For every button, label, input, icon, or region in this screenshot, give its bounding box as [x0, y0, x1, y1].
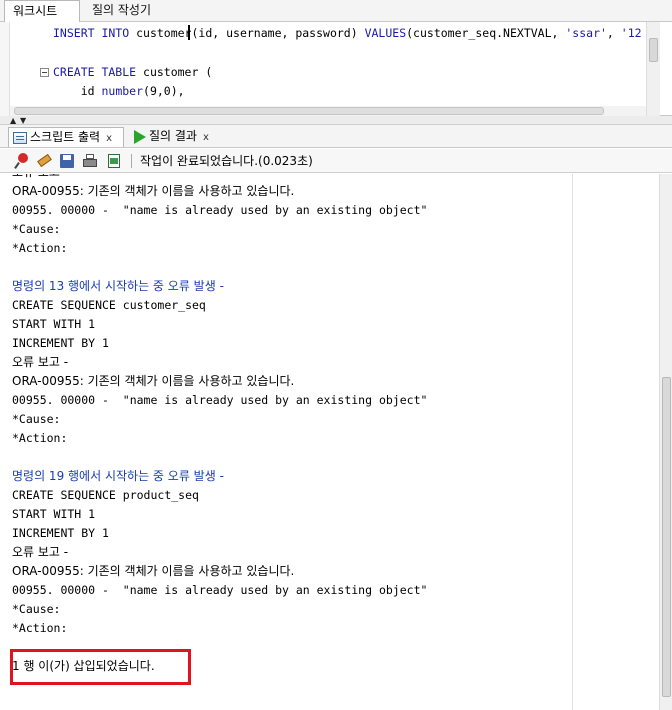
toolbar-divider [131, 154, 132, 168]
script-output-icon [13, 131, 27, 144]
output-line: 00955. 00000 - "name is already used by … [12, 203, 428, 217]
output-line: CREATE SEQUENCE product_seq [12, 488, 199, 502]
save-icon[interactable] [59, 153, 75, 169]
tab-query-result[interactable]: 질의 결과 x [130, 127, 230, 147]
print-icon[interactable] [82, 153, 98, 169]
kw-values: VALUES [364, 26, 407, 40]
output-line: 명령의 19 행에서 시작하는 중 오류 발생 - [12, 469, 224, 483]
string-literal: 'ssar' [565, 26, 607, 40]
string-literal: '12 [620, 26, 642, 40]
output-line: 오류 보고 - [12, 355, 69, 369]
tab-label: 스크립트 출력 [30, 130, 101, 144]
output-vertical-scrollbar[interactable] [659, 174, 672, 710]
tab-worksheet[interactable]: 워크시트 [4, 0, 80, 22]
editor-line-3: id number(9,0), [53, 82, 185, 101]
top-tab-bar: 워크시트 질의 작성기 [0, 0, 672, 22]
tab-query-builder[interactable]: 질의 작성기 [84, 0, 159, 22]
output-line: *Action: [12, 621, 68, 635]
eraser-icon[interactable] [36, 153, 52, 169]
output-line: ORA-00955: 기존의 객체가 이름을 사용하고 있습니다. [12, 564, 295, 578]
close-tab-icon[interactable]: x [106, 133, 112, 144]
fold-toggle-icon[interactable] [40, 68, 49, 77]
status-text: 작업이 완료되었습니다.(0.023초) [140, 154, 313, 168]
output-line: 00955. 00000 - "name is already used by … [12, 583, 428, 597]
export-icon[interactable] [106, 153, 122, 169]
kw-number: number [101, 84, 144, 98]
highlight-box [10, 649, 191, 685]
code-text: customer(id, username, password) [129, 26, 365, 40]
output-line: *Cause: [12, 602, 61, 616]
kw-insert: INSERT INTO [53, 26, 130, 40]
text-caret [188, 25, 190, 40]
tab-script-output[interactable]: 스크립트 출력 x [8, 127, 124, 147]
output-line: 오류 보고 - [12, 545, 69, 559]
output-line: *Action: [12, 431, 68, 445]
output-line: *Cause: [12, 412, 61, 426]
output-line: 명령의 13 행에서 시작하는 중 오류 발생 - [12, 279, 224, 293]
editor-horizontal-scrollbar[interactable] [10, 106, 646, 116]
output-line: INCREMENT BY 1 [12, 526, 109, 540]
expand-up-icon[interactable]: ▲ [10, 117, 16, 125]
scrollbar-thumb[interactable] [649, 38, 658, 62]
output-line: 00955. 00000 - "name is already used by … [12, 393, 428, 407]
tab-label: 질의 결과 [149, 129, 197, 143]
output-line: START WITH 1 [12, 317, 96, 331]
margin-line [572, 174, 573, 710]
play-icon [134, 129, 146, 144]
output-line: ORA-00955: 기존의 객체가 이름을 사용하고 있습니다. [12, 184, 295, 198]
output-line: 오류 보고 - [12, 174, 68, 182]
scrollbar-thumb[interactable] [662, 377, 671, 697]
script-output-pane[interactable]: 오류 보고 - ORA-00955: 기존의 객체가 이름을 사용하고 있습니다.… [0, 174, 672, 710]
editor-vertical-scrollbar[interactable] [646, 22, 660, 116]
pane-splitter[interactable]: ▲ ▼ [0, 116, 672, 125]
code-text: , [606, 26, 621, 40]
output-line: CREATE SEQUENCE customer_seq [12, 298, 206, 312]
output-line: ORA-00955: 기존의 객체가 이름을 사용하고 있습니다. [12, 374, 295, 388]
close-tab-icon[interactable]: x [203, 132, 209, 143]
output-tab-bar: 스크립트 출력 x 질의 결과 x [0, 125, 672, 148]
kw-create-table: CREATE TABLE [53, 65, 137, 79]
code-text: (9,0), [143, 84, 185, 98]
code-text: id [53, 84, 102, 98]
editor-line-1: INSERT INTO customer(id, username, passw… [53, 24, 642, 43]
editor-gutter [0, 22, 10, 116]
pin-icon[interactable] [14, 153, 30, 169]
editor-line-2: CREATE TABLE customer ( [53, 63, 212, 82]
sql-editor[interactable]: INSERT INTO customer(id, username, passw… [0, 22, 672, 116]
code-text: customer ( [136, 65, 213, 79]
code-text: (customer_seq.NEXTVAL, [406, 26, 566, 40]
output-line: START WITH 1 [12, 507, 96, 521]
output-line: INCREMENT BY 1 [12, 336, 109, 350]
output-line: *Cause: [12, 222, 61, 236]
output-toolbar: 작업이 완료되었습니다.(0.023초) [0, 149, 672, 173]
scrollbar-thumb[interactable] [14, 107, 604, 115]
collapse-down-icon[interactable]: ▼ [20, 117, 26, 125]
output-line: *Action: [12, 241, 68, 255]
